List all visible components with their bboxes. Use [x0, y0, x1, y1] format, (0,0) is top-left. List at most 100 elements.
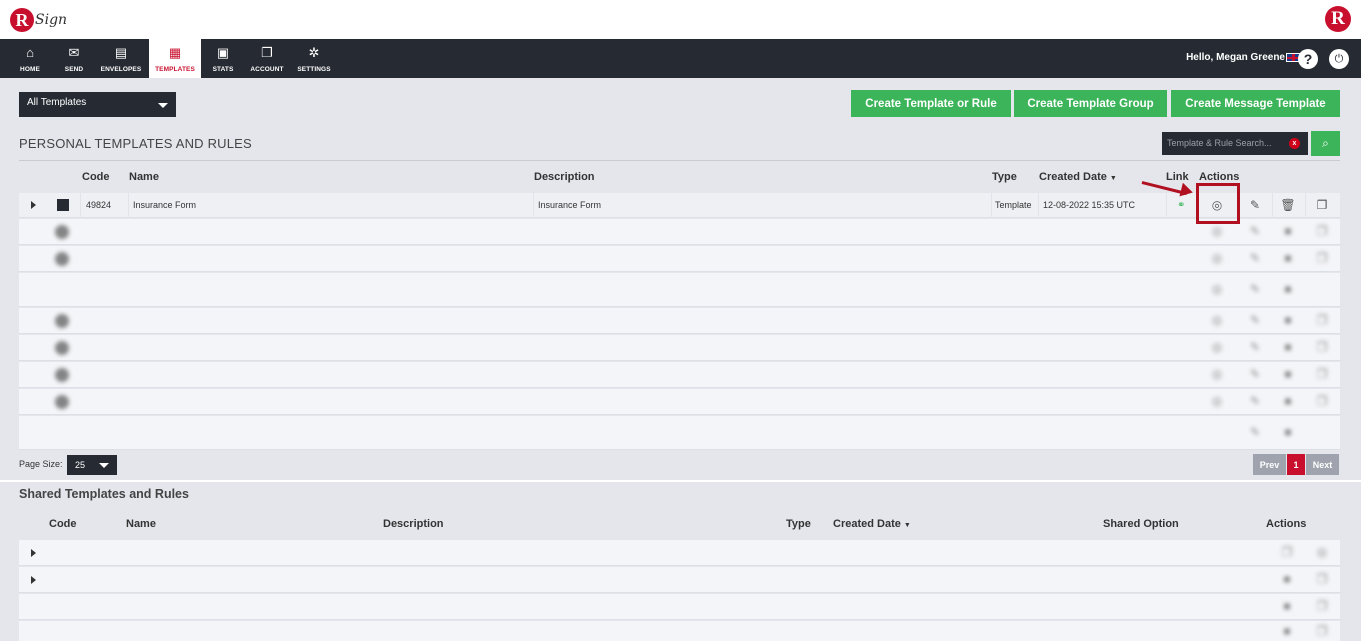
shared-col-shared-option[interactable]: Shared Option — [1103, 518, 1179, 530]
table-row[interactable]: ◎ ✎ ■ ❐ — [19, 335, 1340, 361]
page-1-button[interactable]: 1 — [1287, 454, 1305, 475]
trash-icon[interactable]: ■ — [1280, 251, 1296, 265]
trash-icon[interactable]: ■ — [1280, 282, 1296, 296]
template-search-input[interactable]: Template & Rule Search... — [1162, 132, 1308, 155]
table-row[interactable]: 49824 Insurance Form Insurance Form Temp… — [19, 193, 1340, 218]
chevron-down-icon — [158, 103, 168, 108]
share-icon[interactable]: ◎ — [1209, 224, 1225, 238]
expand-row-icon[interactable] — [31, 549, 36, 557]
col-code[interactable]: Code — [82, 171, 110, 183]
expand-row-icon[interactable] — [31, 576, 36, 584]
edit-icon[interactable]: ✎ — [1247, 198, 1263, 212]
duplicate-icon[interactable]: ❐ — [1314, 367, 1330, 381]
nav-envelopes[interactable]: ▤ ENVELOPES — [96, 39, 146, 78]
edit-icon[interactable]: ✎ — [1247, 224, 1263, 238]
nav-send[interactable]: ✉ SEND — [56, 39, 92, 78]
trash-icon[interactable]: ■ — [1280, 340, 1296, 354]
shared-col-description[interactable]: Description — [383, 518, 444, 530]
edit-icon[interactable]: ✎ — [1247, 251, 1263, 265]
create-template-or-rule-button[interactable]: Create Template or Rule — [851, 90, 1011, 117]
copy-icon[interactable]: ❐ — [1279, 545, 1295, 559]
edit-icon[interactable]: ✎ — [1247, 340, 1263, 354]
view-icon[interactable]: ❐ — [1314, 624, 1330, 638]
trash-icon[interactable]: ■ — [1280, 224, 1296, 238]
col-type[interactable]: Type — [992, 171, 1017, 183]
column-separator — [1038, 193, 1039, 218]
copy-icon[interactable]: ■ — [1279, 572, 1295, 586]
shared-col-name[interactable]: Name — [126, 518, 156, 530]
col-created-label: Created Date — [1039, 171, 1107, 183]
row-code: 49824 — [86, 200, 112, 210]
col-name[interactable]: Name — [129, 171, 159, 183]
share-icon[interactable]: ◎ — [1209, 313, 1225, 327]
copy-icon[interactable]: ■ — [1279, 624, 1295, 638]
table-row[interactable]: ◎ ✎ ■ ❐ — [19, 362, 1340, 388]
table-row[interactable]: ❐ ◎ — [19, 540, 1340, 566]
logout-button[interactable]: ⏻ — [1329, 49, 1349, 69]
trash-icon[interactable]: 🗑 — [1280, 198, 1296, 212]
row-marker — [55, 368, 69, 382]
view-icon[interactable]: ◎ — [1314, 545, 1330, 559]
copy-icon[interactable]: ■ — [1279, 599, 1295, 613]
share-icon[interactable]: ◎ — [1209, 282, 1225, 296]
trash-icon[interactable]: ■ — [1280, 425, 1296, 439]
duplicate-icon[interactable]: ❐ — [1314, 313, 1330, 327]
column-separator — [1305, 193, 1306, 218]
expand-row-icon[interactable] — [31, 201, 36, 209]
gear-icon: ✲ — [308, 45, 320, 60]
view-icon[interactable]: ❐ — [1314, 572, 1330, 586]
trash-icon[interactable]: ■ — [1280, 394, 1296, 408]
edit-icon[interactable]: ✎ — [1247, 282, 1263, 296]
next-page-button[interactable]: Next — [1306, 454, 1339, 475]
edit-icon[interactable]: ✎ — [1247, 367, 1263, 381]
nav-account[interactable]: ❐ ACCOUNT — [246, 39, 288, 78]
table-row[interactable]: ◎ ✎ ■ ❐ — [19, 389, 1340, 415]
nav-settings[interactable]: ✲ SETTINGS — [294, 39, 334, 78]
page-size-select[interactable]: 25 — [67, 455, 117, 475]
table-row[interactable]: ■ ❐ — [19, 621, 1340, 641]
search-button[interactable]: ⌕ — [1311, 131, 1340, 156]
table-row[interactable]: ◎ ✎ ■ ❐ — [19, 246, 1340, 272]
nav-stats[interactable]: ▣ STATS — [206, 39, 240, 78]
trash-icon[interactable]: ■ — [1280, 313, 1296, 327]
duplicate-icon[interactable]: ❐ — [1314, 394, 1330, 408]
rsign-logo[interactable]: R Sign — [10, 6, 67, 34]
table-row[interactable]: ◎ ✎ ■ — [19, 273, 1340, 307]
row-checkbox[interactable] — [57, 199, 69, 211]
col-description[interactable]: Description — [534, 171, 595, 183]
briefcase-icon: ▣ — [216, 45, 230, 60]
table-row[interactable]: ■ ❐ — [19, 567, 1340, 593]
help-button[interactable]: ? — [1298, 49, 1318, 69]
shared-col-created-date[interactable]: Created Date ▼ — [833, 518, 911, 530]
edit-icon[interactable]: ✎ — [1247, 313, 1263, 327]
duplicate-icon[interactable]: ❐ — [1314, 224, 1330, 238]
share-icon[interactable]: ◎ — [1209, 394, 1225, 408]
table-row[interactable]: ◎ ✎ ■ ❐ — [19, 308, 1340, 334]
create-message-template-button[interactable]: Create Message Template — [1171, 90, 1340, 117]
table-row[interactable]: ◎ ✎ ■ ❐ — [19, 219, 1340, 245]
share-icon[interactable]: ◎ — [1209, 340, 1225, 354]
share-icon[interactable]: ◎ — [1209, 367, 1225, 381]
clear-search-icon[interactable]: x — [1289, 138, 1300, 149]
col-created-date[interactable]: Created Date ▼ — [1039, 171, 1117, 183]
sort-desc-icon: ▼ — [903, 522, 911, 529]
shared-col-type[interactable]: Type — [786, 518, 811, 530]
view-icon[interactable]: ❐ — [1314, 599, 1330, 613]
prev-page-button[interactable]: Prev — [1253, 454, 1286, 475]
link-icon[interactable]: ⚭ — [1177, 200, 1185, 211]
nav-home[interactable]: ⌂ HOME — [12, 39, 48, 78]
nav-account-label: ACCOUNT — [250, 66, 284, 73]
duplicate-icon[interactable]: ❐ — [1314, 340, 1330, 354]
edit-icon[interactable]: ✎ — [1247, 425, 1263, 439]
create-template-group-button[interactable]: Create Template Group — [1014, 90, 1167, 117]
shared-col-code[interactable]: Code — [49, 518, 77, 530]
trash-icon[interactable]: ■ — [1280, 367, 1296, 381]
duplicate-icon[interactable]: ❐ — [1314, 251, 1330, 265]
nav-templates[interactable]: ▦ TEMPLATES — [149, 39, 201, 78]
duplicate-icon[interactable]: ❐ — [1314, 198, 1330, 212]
share-icon[interactable]: ◎ — [1209, 251, 1225, 265]
edit-icon[interactable]: ✎ — [1247, 394, 1263, 408]
table-row[interactable]: ✎ ■ — [19, 416, 1340, 450]
template-filter-select[interactable]: All Templates — [19, 92, 176, 117]
table-row[interactable]: ■ ❐ — [19, 594, 1340, 620]
